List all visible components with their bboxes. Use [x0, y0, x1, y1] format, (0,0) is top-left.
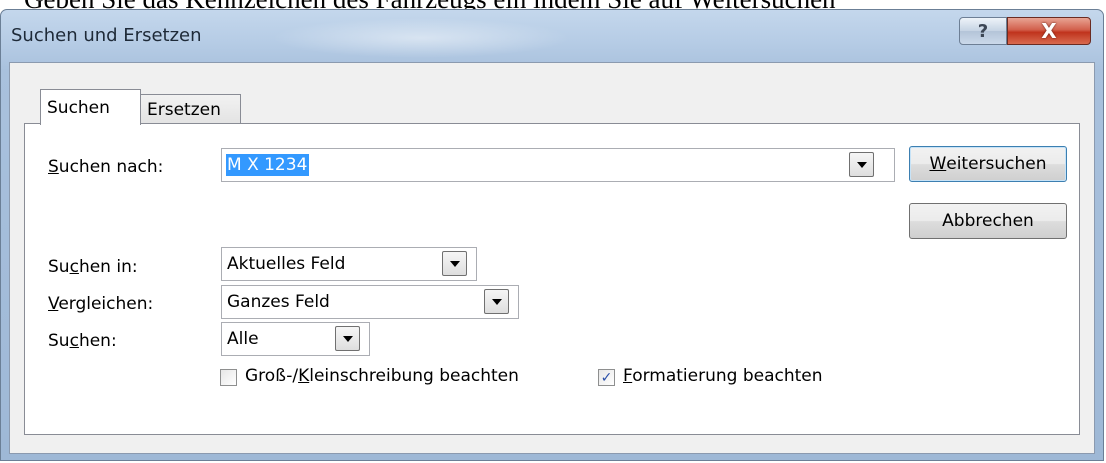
- match-case-checkbox[interactable]: [220, 369, 237, 386]
- checkmark-icon: ✓: [600, 369, 613, 386]
- search-for-label: Suchen nach:: [48, 157, 164, 177]
- cancel-button[interactable]: Abbrechen: [909, 203, 1067, 239]
- close-button[interactable]: X: [1007, 17, 1091, 45]
- chevron-down-icon: [856, 161, 867, 168]
- match-dropdown-button[interactable]: [484, 289, 509, 314]
- find-next-label: eitersuchen: [946, 154, 1047, 174]
- close-icon: X: [1041, 19, 1057, 43]
- match-case-label[interactable]: Groß-/Kleinschreibung beachten: [245, 366, 519, 386]
- match-value: Ganzes Feld: [227, 292, 330, 312]
- tab-suchen[interactable]: Suchen: [40, 89, 141, 125]
- search-direction-label: Suchen:: [48, 331, 117, 351]
- chevron-down-icon: [342, 335, 353, 342]
- dialog-title: Suchen und Ersetzen: [11, 25, 202, 46]
- search-direction-value: Alle: [227, 329, 259, 349]
- help-icon: ?: [977, 20, 989, 42]
- search-for-dropdown-button[interactable]: [849, 152, 874, 177]
- dialog-client-area: Suchen Ersetzen Suchen nach: M X 1234 We…: [9, 62, 1095, 454]
- find-next-access-key: W: [929, 154, 947, 174]
- help-button[interactable]: ?: [959, 17, 1007, 45]
- tab-panel-suchen: Suchen nach: M X 1234 Weitersuchen Abbre…: [24, 123, 1080, 435]
- find-replace-dialog: Suchen und Ersetzen ? X Suchen Ersetzen …: [0, 9, 1104, 461]
- chevron-down-icon: [491, 298, 502, 305]
- search-in-dropdown-button[interactable]: [442, 251, 467, 276]
- search-direction-select[interactable]: Alle: [221, 322, 370, 356]
- search-in-value: Aktuelles Feld: [227, 254, 346, 274]
- search-direction-dropdown-button[interactable]: [335, 326, 360, 351]
- search-for-input[interactable]: M X 1234: [226, 154, 310, 176]
- chevron-down-icon: [449, 260, 460, 267]
- cancel-label: Abbrechen: [942, 211, 1034, 231]
- find-next-button[interactable]: Weitersuchen: [909, 146, 1067, 182]
- search-for-combobox[interactable]: M X 1234: [221, 148, 895, 182]
- tab-ersetzen[interactable]: Ersetzen: [141, 94, 241, 124]
- match-select[interactable]: Ganzes Feld: [221, 285, 519, 319]
- tab-ersetzen-label: Ersetzen: [147, 99, 221, 120]
- match-label: Vergleichen:: [48, 294, 154, 314]
- formatting-label[interactable]: Formatierung beachten: [623, 366, 823, 386]
- formatting-checkbox[interactable]: ✓: [598, 369, 615, 386]
- search-in-select[interactable]: Aktuelles Feld: [221, 247, 477, 281]
- search-in-label: Suchen in:: [48, 257, 138, 277]
- tab-suchen-label: Suchen: [47, 97, 110, 118]
